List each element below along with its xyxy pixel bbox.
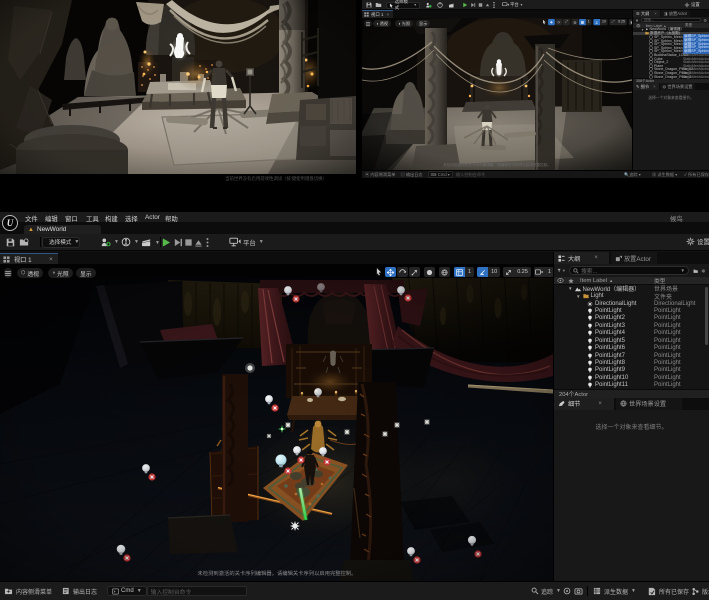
svg-text:当前世界没有启用游戏性调试（按'键使用键盘切换）: 当前世界没有启用游戏性调试（按'键使用键盘切换）: [225, 175, 327, 182]
svg-text:未检测到激活的关卡序列编辑器。请编辑关卡序列以启用完整控制。: 未检测到激活的关卡序列编辑器。请编辑关卡序列以启用完整控制。: [198, 569, 357, 577]
svg-text:未检测到激活的关卡序列编辑器。请编辑关卡序列以启用完整控制。: 未检测到激活的关卡序列编辑器。请编辑关卡序列以启用完整控制。: [443, 162, 551, 167]
